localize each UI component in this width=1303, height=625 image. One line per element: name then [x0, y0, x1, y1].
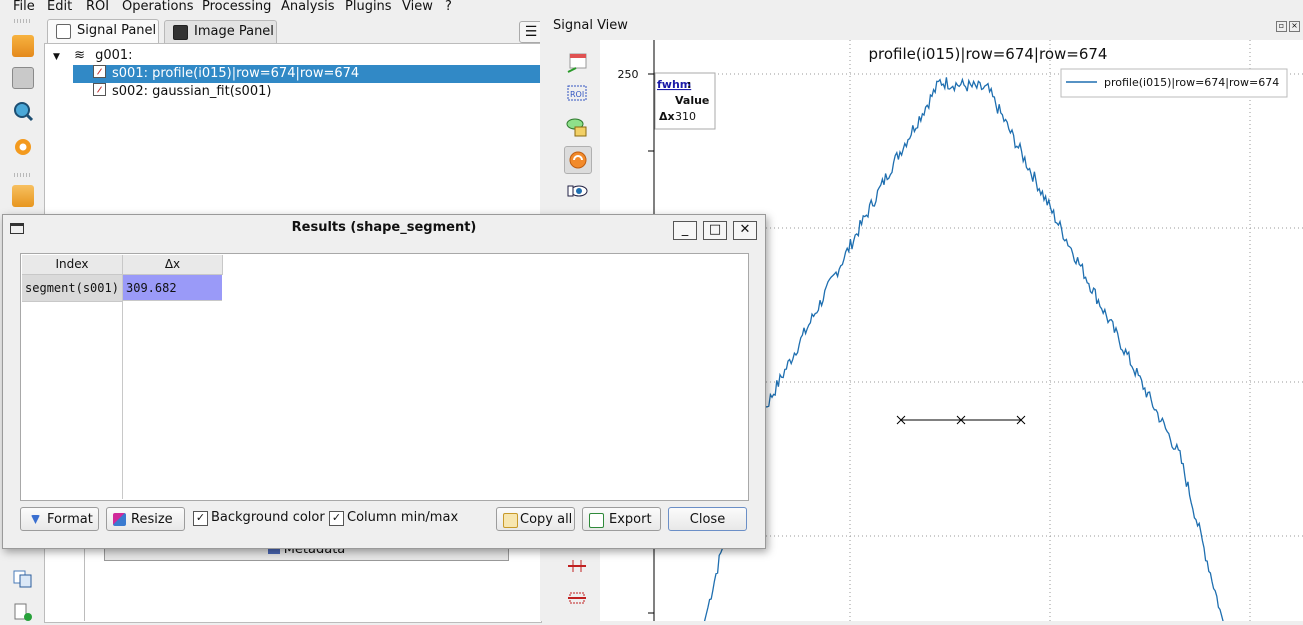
row-header[interactable]: segment(s001) [22, 275, 123, 302]
annotation-row-label: Δx [659, 110, 675, 123]
group-layers-icon: ≋ [74, 48, 85, 63]
legend-label: profile(i015)|row=674|row=674 [1104, 76, 1279, 89]
legend: profile(i015)|row=674|row=674 [1060, 68, 1288, 98]
tree-item-s001[interactable]: s001: profile(i015)|row=674|row=674 [73, 65, 541, 83]
signal-icon [93, 83, 106, 96]
open-hdf5-icon[interactable] [12, 35, 34, 57]
copy-icon[interactable] [13, 570, 33, 588]
close-button[interactable]: Close [668, 507, 747, 531]
menubar: File Edit ROI Operations Processing Anal… [0, 0, 1303, 15]
signal-icon [93, 65, 106, 78]
svg-text:ROI: ROI [570, 90, 584, 99]
settings-gear-icon[interactable] [12, 136, 34, 158]
properties-frame-edge [70, 548, 85, 621]
x-range-icon[interactable] [564, 553, 590, 579]
auto-refresh-icon[interactable] [564, 146, 592, 174]
minimize-button[interactable]: _ [673, 221, 697, 240]
menu-file[interactable]: File [13, 0, 35, 15]
copy-all-icon [503, 513, 518, 528]
panel-tabs: Signal Panel Image Panel [44, 15, 549, 44]
dialog-titlebar[interactable]: Results (shape_segment) _ □ ✕ [3, 215, 765, 243]
copy-all-label: Copy all [520, 512, 573, 527]
annotation-header: Value [675, 94, 709, 107]
format-button[interactable]: Format [20, 507, 99, 531]
menu-analysis[interactable]: Analysis [281, 0, 335, 15]
toolbar-grip-2 [14, 173, 32, 177]
export-icon [589, 513, 604, 528]
export-button[interactable]: Export [582, 507, 661, 531]
expand-arrow-icon[interactable]: ▼ [53, 52, 60, 62]
tab-signal-label: Signal Panel [77, 23, 157, 38]
background-color-label: Background color [211, 510, 325, 525]
format-icon [31, 515, 40, 524]
signal-view-title: Signal View [553, 18, 628, 33]
background-color-checkbox[interactable]: ✓ [193, 511, 208, 526]
resize-icon [113, 513, 126, 526]
copy-all-button[interactable]: Copy all [496, 507, 575, 531]
resize-label: Resize [131, 512, 173, 527]
annotation-colon: : [687, 78, 691, 91]
menu-processing[interactable]: Processing [202, 0, 271, 15]
tree-item-s002[interactable]: s002: gaussian_fit(s001) [93, 83, 271, 101]
series-line-profile [702, 77, 1225, 625]
tree-item-label: s002: gaussian_fit(s001) [112, 84, 272, 99]
menu-operations[interactable]: Operations [122, 0, 193, 15]
column-header-index[interactable]: Index [22, 255, 123, 275]
new-item-icon[interactable] [13, 603, 33, 621]
menu-roi[interactable]: ROI [86, 0, 109, 15]
dialog-title: Results (shape_segment) [291, 220, 477, 235]
y-range-icon[interactable] [564, 585, 590, 611]
curve-stats-icon[interactable] [564, 50, 590, 76]
annotation-row-value: 310 [675, 110, 696, 123]
menu-plugins[interactable]: Plugins [345, 0, 392, 15]
row-header-divider [122, 275, 123, 499]
show-hide-icon[interactable] [564, 178, 590, 204]
close-window-button[interactable]: ✕ [733, 221, 757, 240]
roi-icon[interactable]: ROI [564, 81, 590, 107]
annotation-shapes-icon[interactable] [564, 114, 590, 140]
fwhm-annotation: fwhm : Value Δx 310 [654, 72, 716, 130]
table-cell-dx[interactable]: 309.682 [123, 275, 222, 301]
column-minmax-label: Column min/max [347, 510, 459, 525]
y-tick-label-250: 250 [618, 68, 639, 81]
menu-view[interactable]: View [402, 0, 433, 15]
browse-hdf5-icon[interactable] [12, 100, 34, 122]
tree-group-row[interactable]: ▼ ≋ g001: [53, 47, 133, 65]
menu-edit[interactable]: Edit [47, 0, 72, 15]
results-dialog: Results (shape_segment) _ □ ✕ Index Δx s… [2, 214, 766, 549]
image-tab-icon [173, 25, 188, 40]
dock-close-icon[interactable]: × [1289, 21, 1300, 32]
tab-signal-panel[interactable]: Signal Panel [47, 19, 159, 44]
tab-image-label: Image Panel [194, 24, 274, 39]
column-minmax-checkbox[interactable]: ✓ [329, 511, 344, 526]
format-label: Format [47, 512, 93, 527]
plot-title: profile(i015)|row=674|row=674 [869, 45, 1108, 63]
open-signal-icon[interactable] [12, 185, 34, 207]
maximize-button[interactable]: □ [703, 221, 727, 240]
tab-image-panel[interactable]: Image Panel [164, 20, 277, 43]
toolbar-grip [14, 19, 32, 23]
save-icon[interactable] [12, 67, 34, 89]
resize-button[interactable]: Resize [106, 507, 185, 531]
column-header-dx[interactable]: Δx [123, 255, 223, 275]
signal-tab-icon [56, 24, 71, 39]
fwhm-marker [896, 415, 1026, 425]
dock-float-icon[interactable]: ▫ [1276, 21, 1287, 32]
results-table[interactable]: Index Δx segment(s001) 309.682 [20, 253, 749, 501]
group-label: g001: [95, 48, 133, 63]
tree-item-label: s001: profile(i015)|row=674|row=674 [112, 66, 360, 81]
export-label: Export [609, 512, 652, 527]
menu-help[interactable]: ? [445, 0, 452, 15]
